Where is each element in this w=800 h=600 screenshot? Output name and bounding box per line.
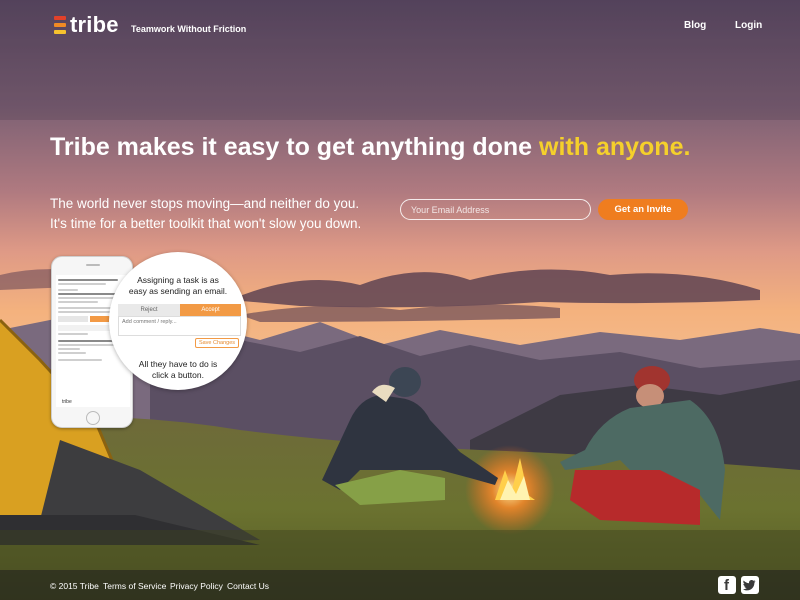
- terms-of-service-link[interactable]: Terms of Service: [103, 581, 166, 591]
- hero-title-main: Tribe makes it easy to get anything done: [50, 133, 540, 161]
- hero-subtitle-line-2: It's time for a better toolkit that won'…: [50, 216, 362, 231]
- nav-login-link[interactable]: Login: [735, 20, 762, 31]
- tribe-logo-icon: [54, 15, 66, 35]
- copyright-text: © 2015 Tribe: [50, 581, 99, 591]
- callout-note: All they have to do is click a button.: [138, 359, 218, 380]
- hero-title: Tribe makes it easy to get anything done…: [50, 133, 690, 162]
- hero-subtitle-line-1: The world never stops moving—and neither…: [50, 196, 360, 211]
- save-changes-button[interactable]: Save Changes: [195, 338, 239, 348]
- twitter-bird-glyph: [743, 580, 756, 591]
- reject-button[interactable]: Reject: [118, 304, 180, 316]
- brand-logo[interactable]: tribe: [54, 12, 119, 38]
- privacy-policy-link[interactable]: Privacy Policy: [170, 581, 223, 591]
- contact-us-link[interactable]: Contact Us: [227, 581, 269, 591]
- hero-subtitle: The world never stops moving—and neither…: [50, 194, 361, 234]
- twitter-icon[interactable]: [741, 576, 759, 594]
- site-footer: © 2015 Tribe Terms of Service Privacy Po…: [0, 570, 800, 600]
- site-header: tribe Teamwork Without Friction Blog Log…: [0, 0, 800, 50]
- phone-speaker: [86, 264, 100, 266]
- nav-blog-link[interactable]: Blog: [684, 20, 706, 31]
- email-input[interactable]: [400, 199, 591, 220]
- tagline: Teamwork Without Friction: [131, 24, 247, 34]
- accept-button[interactable]: Accept: [180, 304, 241, 316]
- brand-name: tribe: [70, 12, 119, 37]
- comment-input[interactable]: [118, 316, 241, 336]
- phone-home-button: [86, 411, 100, 425]
- get-invite-button[interactable]: Get an Invite: [598, 199, 688, 220]
- phone-brand-label: tribe: [62, 399, 72, 405]
- callout-title: Assigning a task is as easy as sending a…: [128, 275, 228, 296]
- facebook-icon[interactable]: f: [718, 576, 736, 594]
- hero-title-accent: with anyone.: [539, 133, 691, 161]
